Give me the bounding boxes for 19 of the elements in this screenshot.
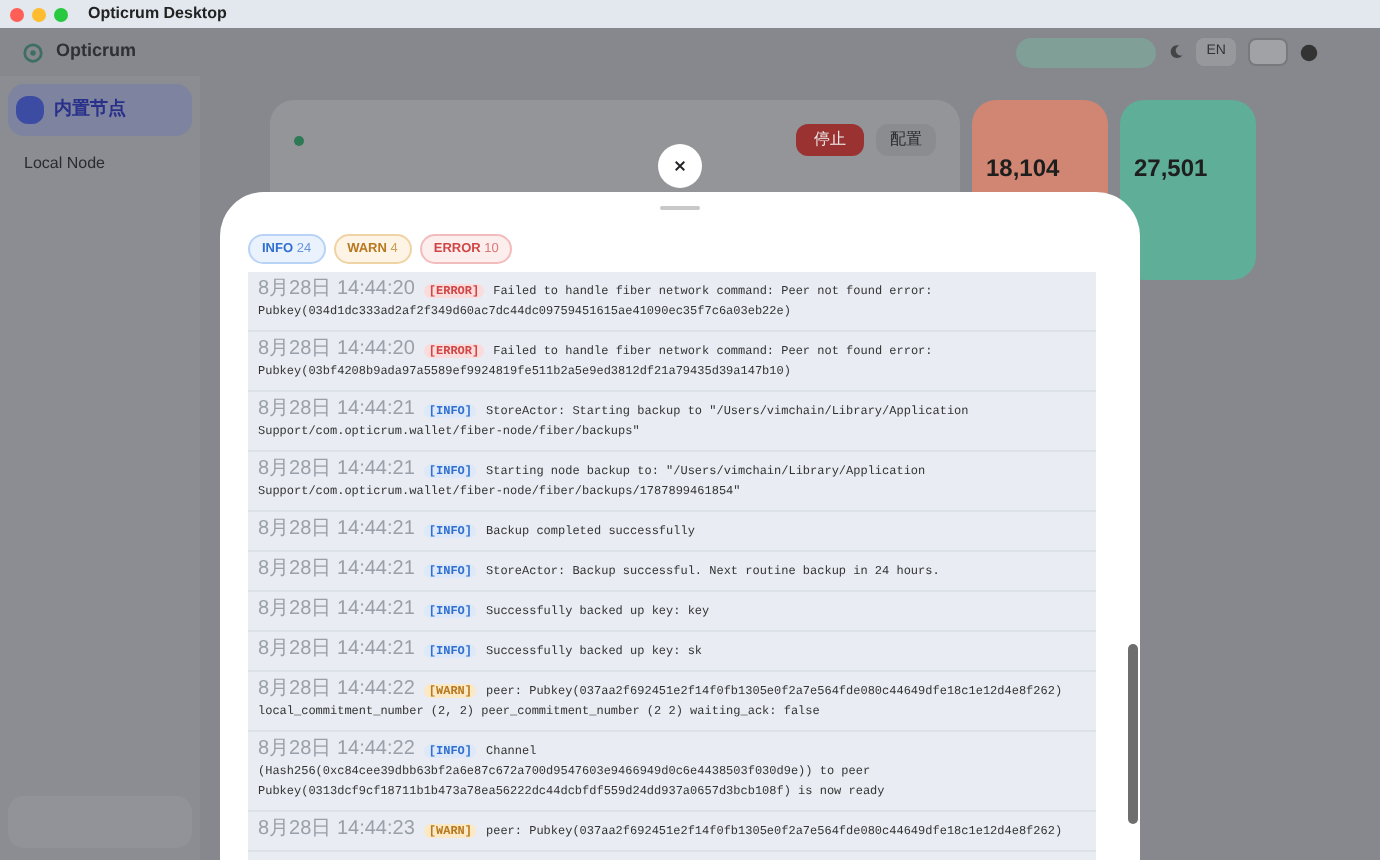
sidebar-item[interactable]: Local Node — [8, 144, 192, 184]
sidebar-item-label: 内置节点 — [54, 96, 126, 123]
stop-button[interactable]: 停止 — [796, 124, 864, 156]
maximize-window-icon[interactable] — [54, 7, 68, 21]
stat-value: 27,501 — [1134, 154, 1208, 182]
close-icon — [674, 160, 686, 172]
sidebar-item[interactable]: 内置节点 — [8, 84, 192, 136]
node-icon — [16, 96, 44, 124]
close-window-icon[interactable] — [10, 7, 24, 21]
moon-icon[interactable] — [1168, 44, 1185, 60]
drag-handle[interactable] — [660, 206, 700, 210]
config-button[interactable]: 配置 — [876, 124, 936, 156]
brand-name: Opticrum — [56, 38, 137, 65]
stat-value: 18,104 — [986, 154, 1060, 182]
scrollbar-thumb[interactable] — [1128, 644, 1138, 824]
window-title: Opticrum Desktop — [88, 4, 227, 24]
logo-icon — [22, 41, 44, 63]
minimize-window-icon[interactable] — [32, 7, 46, 21]
about-button[interactable] — [1248, 38, 1288, 66]
